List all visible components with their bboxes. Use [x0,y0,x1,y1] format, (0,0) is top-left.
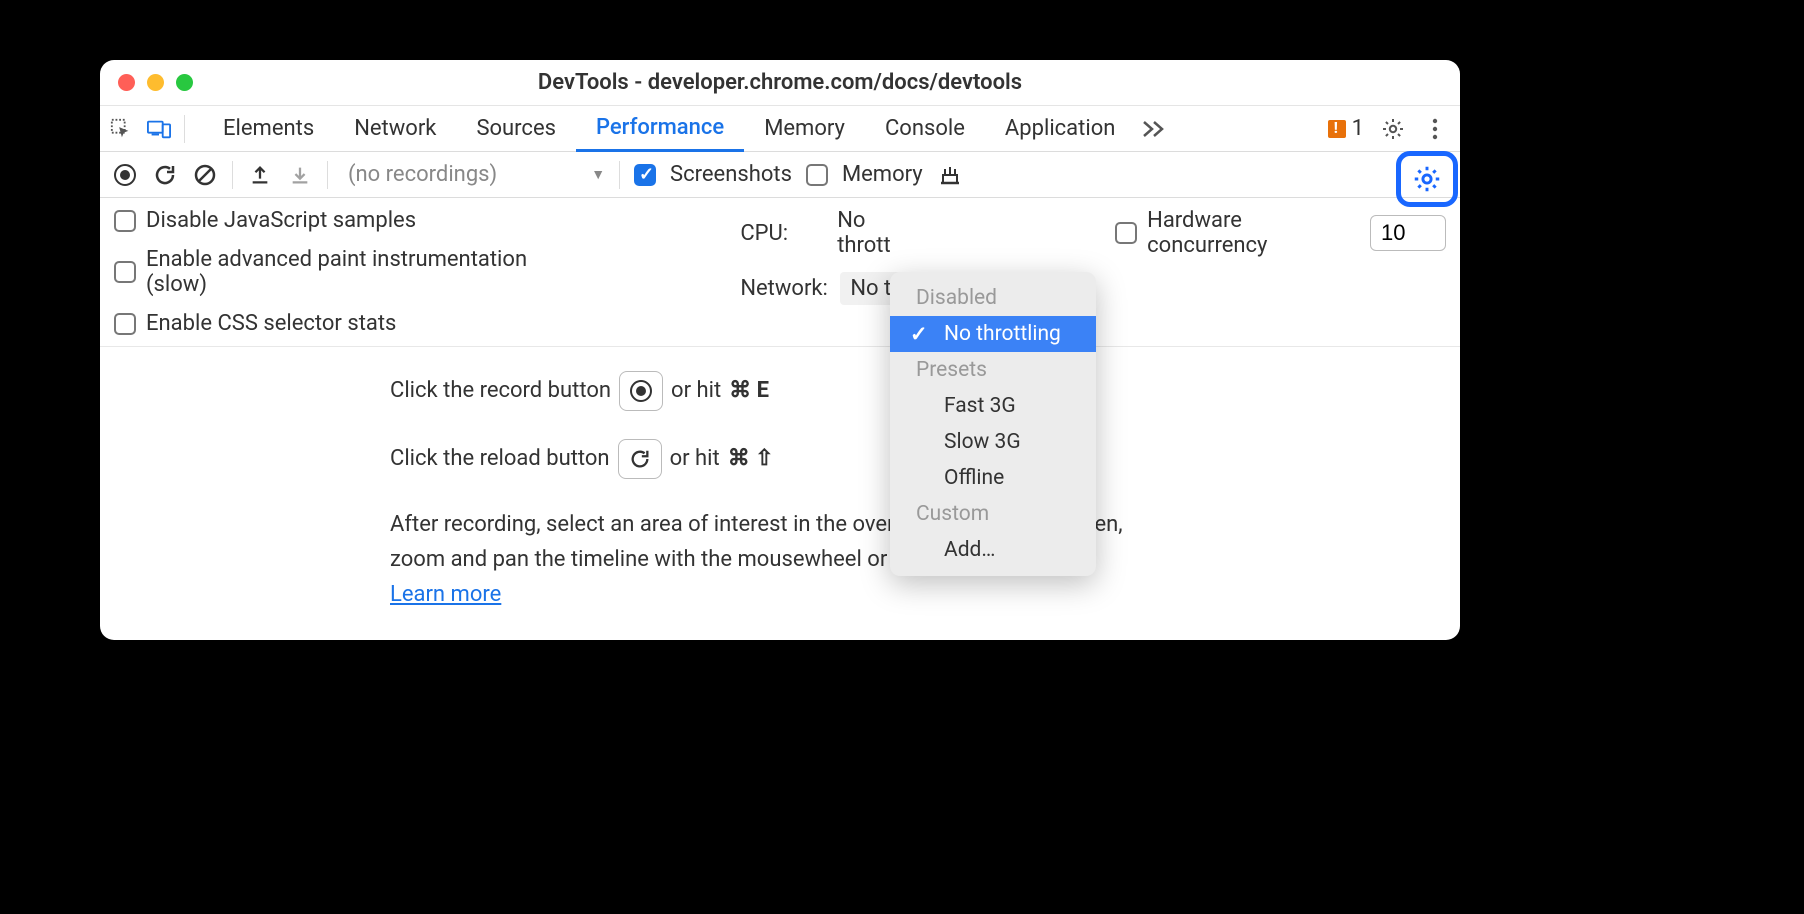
tab-memory[interactable]: Memory [744,106,865,152]
dropdown-group-presets: Presets [890,352,1096,388]
disable-js-samples-checkbox[interactable] [114,210,136,232]
capture-settings-panel: Disable JavaScript samples Enable advanc… [100,198,1460,347]
clear-button[interactable] [192,162,218,188]
warning-icon [1328,120,1346,138]
traffic-lights [118,74,193,91]
cpu-throttle-label: CPU: [740,221,827,246]
dropdown-group-disabled: Disabled [890,280,1096,316]
enable-css-stats-checkbox[interactable] [114,313,136,335]
download-profile-button[interactable] [287,162,313,188]
dropdown-item-fast-3g[interactable]: Fast 3G [890,388,1096,424]
hardware-concurrency-checkbox[interactable] [1115,222,1137,244]
window-title: DevTools - developer.chrome.com/docs/dev… [538,70,1022,95]
more-tabs-icon[interactable] [1141,116,1167,142]
enable-paint-checkbox[interactable] [114,261,136,283]
garbage-collect-icon[interactable] [937,162,963,188]
divider [184,115,185,143]
memory-checkbox[interactable] [806,164,828,186]
record-button-inline[interactable] [619,371,663,411]
tab-performance[interactable]: Performance [576,106,744,152]
gear-icon [1413,165,1441,193]
cpu-throttle-select[interactable]: No thrott [837,208,921,258]
record-button[interactable] [112,162,138,188]
dropdown-group-custom: Custom [890,496,1096,532]
warnings-indicator[interactable]: 1 [1328,116,1364,141]
screenshots-label: Screenshots [670,162,792,187]
title-bar: DevTools - developer.chrome.com/docs/dev… [100,60,1460,106]
tab-elements[interactable]: Elements [203,106,334,152]
enable-css-stats-label: Enable CSS selector stats [146,311,396,336]
reload-record-button[interactable] [152,162,178,188]
dropdown-item-add[interactable]: Add… [890,532,1096,568]
divider [327,161,328,189]
recordings-dropdown-arrow-icon[interactable]: ▼ [591,166,605,183]
recordings-dropdown-label[interactable]: (no recordings) [348,162,497,187]
close-window-button[interactable] [118,74,135,91]
divider [619,161,620,189]
minimize-window-button[interactable] [147,74,164,91]
settings-gear-icon[interactable] [1380,116,1406,142]
tab-application[interactable]: Application [985,106,1135,152]
performance-toolbar: (no recordings) ▼ Screenshots Memory [100,152,1460,198]
toggle-device-toolbar-icon[interactable] [146,116,172,142]
disable-js-samples-label: Disable JavaScript samples [146,208,416,233]
learn-more-link[interactable]: Learn more [390,582,501,607]
devtools-window: DevTools - developer.chrome.com/docs/dev… [100,60,1460,640]
dropdown-item-offline[interactable]: Offline [890,460,1096,496]
warning-count: 1 [1352,116,1364,141]
network-throttle-dropdown: Disabled No throttling Presets Fast 3G S… [890,272,1096,576]
upload-profile-button[interactable] [247,162,273,188]
dropdown-item-no-throttling[interactable]: No throttling [890,316,1096,352]
divider [232,161,233,189]
screenshots-checkbox[interactable] [634,164,656,186]
tab-sources[interactable]: Sources [456,106,576,152]
network-throttle-label: Network: [740,276,830,301]
memory-label: Memory [842,162,923,187]
tab-console[interactable]: Console [865,106,985,152]
hardware-concurrency-label: Hardware concurrency [1147,208,1360,258]
tab-network[interactable]: Network [334,106,456,152]
reload-button-inline[interactable] [618,439,662,479]
maximize-window-button[interactable] [176,74,193,91]
inspect-element-icon[interactable] [108,116,134,142]
instructions-panel: Click the record button or hit ⌘ E ding.… [100,347,1460,613]
enable-paint-label: Enable advanced paint instrumentation (s… [146,247,580,297]
dropdown-item-slow-3g[interactable]: Slow 3G [890,424,1096,460]
kebab-menu-icon[interactable] [1422,116,1448,142]
hardware-concurrency-input[interactable] [1370,215,1446,251]
panel-tab-row: Elements Network Sources Performance Mem… [100,106,1460,152]
